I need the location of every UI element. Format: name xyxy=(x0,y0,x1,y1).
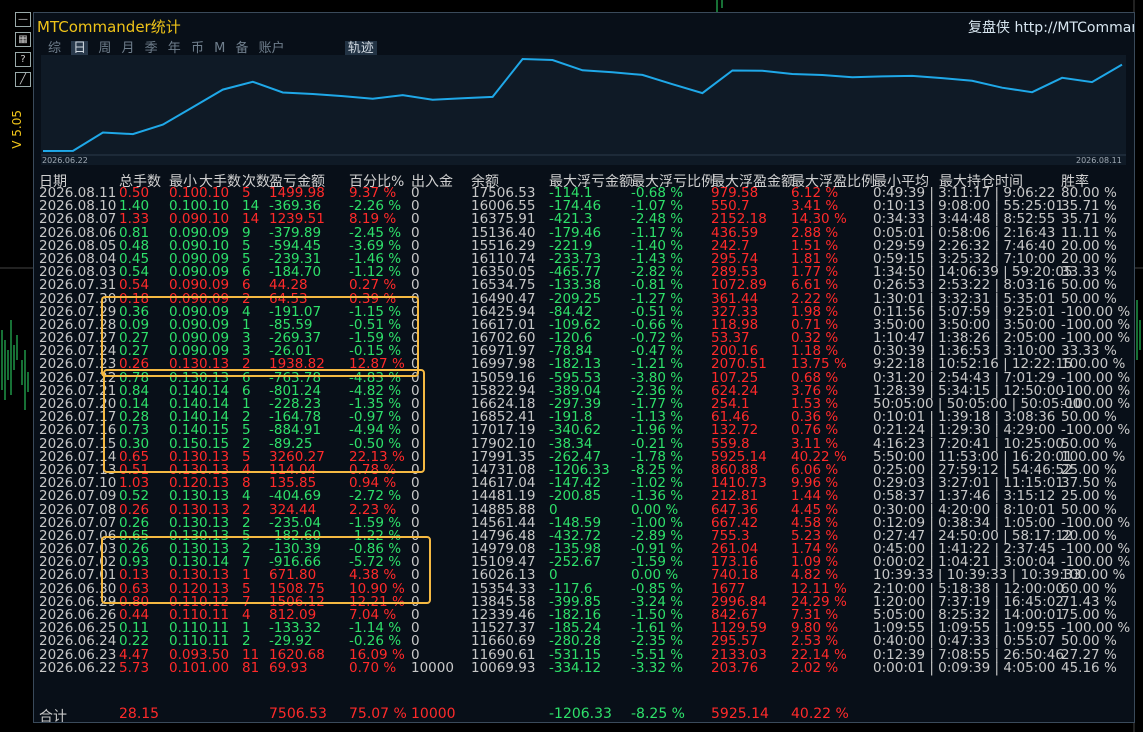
cell-percent: 0.70 % xyxy=(349,659,397,676)
cell-max-float-loss-pct: -3.32 % xyxy=(631,659,684,676)
totals-row: 合计 28.15 7506.53 75.07 % 10000 -1206.33 … xyxy=(39,706,1129,722)
table-row[interactable]: 2026.06.22 5.73 0.10 1.00 81 69.93 0.70 % 10000… xyxy=(39,659,1131,676)
tab-account[interactable]: 账户 xyxy=(259,41,285,56)
minimize-icon[interactable]: — xyxy=(15,12,31,27)
tab-month[interactable]: 月 xyxy=(121,41,134,56)
cell-min: 0.10 xyxy=(169,659,200,676)
cell-hold-times: 0:00:01 | 0:09:39 | 4:05:00 xyxy=(873,659,1056,676)
panel-title: MTCommander统计 xyxy=(37,18,181,36)
totals-max-float-loss: -1206.33 xyxy=(549,706,612,722)
period-tabs: 综 日 周 月 季 年 币 M 备 账户 轨迹 xyxy=(48,37,383,56)
grid-icon[interactable]: ▦ xyxy=(15,32,31,47)
totals-max-float-loss-pct: -8.25 % xyxy=(631,706,685,722)
help-icon[interactable]: ? xyxy=(15,52,31,67)
tab-day[interactable]: 日 xyxy=(71,41,89,56)
totals-percent: 75.07 % xyxy=(349,706,407,722)
cell-count: 81 xyxy=(242,659,260,676)
cell-date: 2026.06.22 xyxy=(39,659,117,676)
highlight-box-1 xyxy=(101,296,419,377)
cell-max-float-loss: -334.12 xyxy=(549,659,602,676)
tab-year[interactable]: 年 xyxy=(168,41,181,56)
cell-max-float-profit-pct: 2.02 % xyxy=(791,659,839,676)
tab-magic[interactable]: M xyxy=(214,41,225,56)
x-axis-end-label: 2026.08.11 xyxy=(1076,156,1122,165)
tab-quarter[interactable]: 季 xyxy=(145,41,158,56)
cell-win-rate: 45.16 % xyxy=(1061,659,1117,676)
cell-max-lots: 1.00 xyxy=(199,659,230,676)
tab-note[interactable]: 备 xyxy=(235,41,248,56)
left-toolbar: — ▦ ? ╱ xyxy=(14,12,32,92)
totals-label: 合计 xyxy=(39,709,67,723)
chart-icon[interactable]: ╱ xyxy=(15,72,31,87)
x-axis-start-label: 2026.06.22 xyxy=(42,156,88,165)
totals-deposit: 10000 xyxy=(411,706,456,722)
version-label: V 5.05 xyxy=(10,110,24,149)
tab-currency[interactable]: 币 xyxy=(191,41,204,56)
chart-plot-area xyxy=(41,55,1126,165)
totals-max-float-profit: 5925.14 xyxy=(711,706,769,722)
totals-max-float-profit-pct: 40.22 % xyxy=(791,706,849,722)
highlight-box-2 xyxy=(103,369,425,473)
totals-lots: 28.15 xyxy=(119,706,160,722)
cell-deposit: 10000 xyxy=(411,659,454,676)
cell-balance: 10069.93 xyxy=(471,659,536,676)
stats-panel: MTCommander统计 复盘侠 http://MTCommander 综 日… xyxy=(33,12,1135,723)
website-link[interactable]: 复盘侠 http://MTCommander xyxy=(968,17,1134,37)
track-button[interactable]: 轨迹 xyxy=(344,41,377,56)
cell-pnl: 69.93 xyxy=(269,659,308,676)
tab-week[interactable]: 周 xyxy=(98,41,111,56)
cell-max-float-profit: 203.76 xyxy=(711,659,759,676)
tab-summary[interactable]: 综 xyxy=(48,41,61,56)
highlight-box-3 xyxy=(101,536,431,604)
totals-pnl: 7506.53 xyxy=(269,706,327,722)
equity-curve-chart: 2026.06.22 2026.08.11 xyxy=(41,55,1126,165)
cell-total-lots: 5.73 xyxy=(119,659,150,676)
